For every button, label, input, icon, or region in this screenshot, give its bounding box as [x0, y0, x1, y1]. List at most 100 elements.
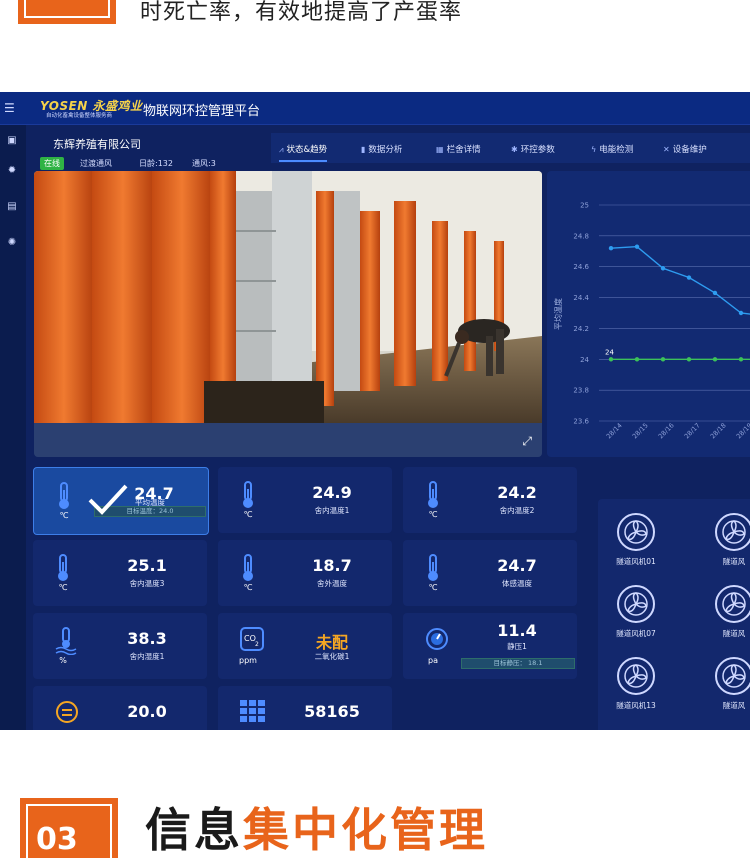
fan-item[interactable]: 隧道风: [706, 585, 750, 639]
gear-icon[interactable]: ✹: [6, 165, 18, 177]
card-unit: pa: [428, 656, 438, 665]
fan-item[interactable]: 隧道风: [706, 513, 750, 567]
barn-photo: [34, 171, 542, 423]
metric-card[interactable]: % 38.3 舍内湿度1: [33, 613, 207, 679]
y-tick-label: 24.4: [573, 294, 589, 302]
metric-card[interactable]: ℃ 24.9 舍内温度1: [218, 467, 392, 533]
tab-status-trend[interactable]: ⩘ 状态&趋势: [279, 143, 328, 162]
card-unit: ℃: [428, 510, 438, 519]
metric-card[interactable]: ℃ 25.1 舍内温度3: [33, 540, 207, 606]
card-unit: %: [59, 656, 67, 665]
camera-feed[interactable]: ⤢: [34, 171, 542, 457]
y-axis-label: 平均温度: [553, 298, 563, 330]
metric-card[interactable]: ℃ 24.2 舍内温度2: [403, 467, 577, 533]
metric-card[interactable]: ℃ 24.7 平均温度 目标温度：24.0: [33, 467, 209, 535]
card-label: 二氧化碳1: [314, 652, 350, 661]
data-point: [738, 310, 744, 316]
data-point: [686, 357, 692, 362]
data-point: [712, 290, 718, 296]
heading-part1: 信息: [145, 803, 243, 857]
card-unit: ℃: [58, 583, 68, 592]
fan-item[interactable]: 隧道风机13: [608, 657, 664, 711]
chart-annotation: 24: [605, 348, 614, 356]
gauge-icon: [425, 627, 448, 655]
metric-card[interactable]: ℃ 24.7 体感温度: [403, 540, 577, 606]
card-label: 舍内温度2: [499, 506, 535, 515]
title-bar: ☰ YOSEN 永盛鸡业 自动化畜禽设备整体服务商 物联网环控管理平台: [0, 92, 750, 125]
section-heading: 信息集中化管理: [145, 794, 488, 860]
bolt-icon: ϟ: [591, 145, 597, 154]
brand-tagline: 自动化畜禽设备整体服务商: [46, 113, 113, 119]
thermometer-icon: [425, 554, 441, 582]
x-tick-label: 28/17: [683, 422, 702, 441]
ventilation-mode: 过渡通风: [80, 159, 112, 168]
section-number: 03: [36, 822, 78, 857]
tab-label: 电能检测: [599, 145, 634, 155]
fan-icon: [617, 657, 655, 695]
status-badge: 在线: [40, 157, 64, 170]
app-title: 物联网环控管理平台: [143, 104, 261, 119]
card-unit: ppm: [239, 656, 257, 665]
card-value: 38.3: [127, 629, 167, 648]
ventilation-level: 通风:3: [192, 159, 216, 168]
top-section: 时死亡率，有效地提高了产蛋率: [0, 0, 750, 92]
sidebar: ▣ ✹ ▤ ✺: [0, 125, 26, 730]
thermometer-icon: [55, 554, 71, 582]
tab-barn-detail[interactable]: ▦ 栏舍详情: [436, 143, 481, 155]
tab-env-params[interactable]: ✱ 环控参数: [511, 143, 555, 155]
heading-part2: 集中化管理: [243, 803, 488, 857]
temperature-trend-chart: 平均温度 25 24.8 24.6 24.4 24.2 24 23.8 23.6 28/14 28…: [547, 171, 750, 457]
y-tick-label: 23.6: [573, 418, 589, 426]
main-panel: 东辉养殖有限公司 在线 过渡通风 日龄:132 通风:3 ⩘ 状态&趋势 ▮ 数据分…: [26, 125, 750, 730]
document-icon[interactable]: ▤: [6, 201, 18, 213]
tab-label: 设备维护: [672, 145, 707, 155]
thermometer-icon: [56, 482, 72, 510]
data-point: [660, 357, 666, 362]
check-icon: [88, 482, 128, 516]
fan-label: 隧道风: [722, 701, 746, 710]
fan-icon: [617, 585, 655, 623]
section-number-03: 03: [20, 798, 118, 864]
settings-icon[interactable]: ✺: [6, 237, 18, 249]
gear-icon: ✱: [511, 145, 518, 154]
card-label: 静压1: [507, 642, 527, 651]
monitor-icon[interactable]: ▣: [6, 135, 18, 147]
fan-item[interactable]: 隧道风机01: [608, 513, 664, 567]
thermometer-icon: [240, 481, 256, 509]
tab-maintenance[interactable]: ✕ 设备维护: [663, 143, 707, 155]
y-tick-label: 24.8: [573, 232, 589, 240]
card-unit: ℃: [243, 583, 253, 592]
card-label: 舍内温度1: [314, 506, 350, 515]
fan-label: 隧道风机13: [616, 701, 656, 710]
card-target: 目标静压： 18.1: [461, 658, 575, 669]
y-tick-label: 24.2: [573, 325, 589, 333]
metric-card[interactable]: 58165: [218, 686, 392, 730]
fullscreen-icon[interactable]: ⤢: [522, 434, 532, 449]
top-caption: 时死亡率，有效地提高了产蛋率: [140, 0, 463, 25]
fan-icon: [715, 513, 750, 551]
data-point: [738, 357, 744, 362]
tab-label: 栏舍详情: [446, 145, 481, 155]
card-value: 18.7: [312, 556, 352, 575]
y-tick-label: 25: [580, 202, 589, 210]
keypad-icon: [240, 700, 265, 728]
card-label: 舍内温度3: [129, 579, 165, 588]
tab-power-detect[interactable]: ϟ 电能检测: [591, 143, 633, 155]
scale-icon: [55, 700, 78, 728]
tab-data-analysis[interactable]: ▮ 数据分析: [361, 143, 402, 155]
metric-card[interactable]: CO 2 ppm 未配 二氧化碳1: [218, 613, 392, 679]
menu-icon[interactable]: ☰: [4, 101, 15, 115]
card-value: 24.7: [497, 556, 537, 575]
fan-item[interactable]: 隧道风机07: [608, 585, 664, 639]
section-number-box: [18, 0, 116, 24]
metric-card[interactable]: ℃ 18.7 舍外温度: [218, 540, 392, 606]
company-name: 东辉养殖有限公司: [53, 138, 141, 151]
data-point: [634, 244, 640, 249]
x-tick-label: 28/19: [735, 422, 750, 441]
y-tick-label: 23.8: [573, 387, 589, 395]
data-point: [608, 246, 614, 251]
metric-card[interactable]: 20.0: [33, 686, 207, 730]
metric-card[interactable]: pa 11.4 静压1 目标静压： 18.1: [403, 613, 577, 679]
fan-item[interactable]: 隧道风: [706, 657, 750, 711]
bottom-section: 03 信息集中化管理: [0, 730, 750, 864]
